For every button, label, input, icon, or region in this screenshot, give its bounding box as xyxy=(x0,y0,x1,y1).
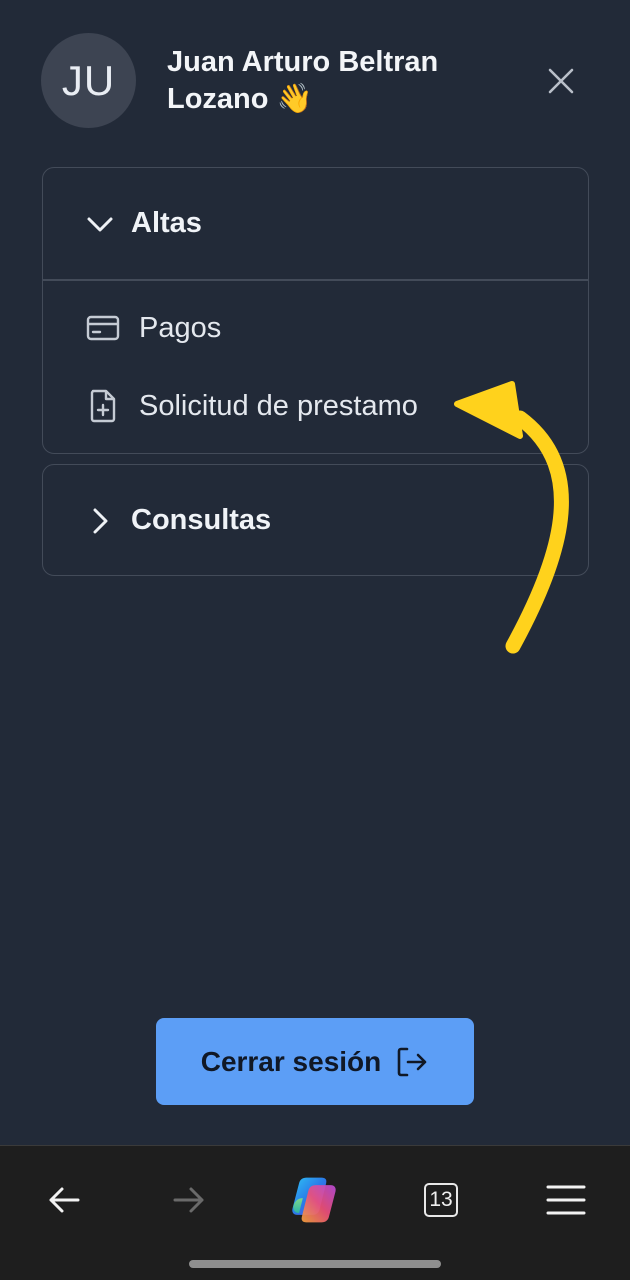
chevron-right-icon xyxy=(85,506,115,536)
logout-button[interactable]: Cerrar sesión xyxy=(156,1018,474,1105)
file-plus-icon xyxy=(85,388,121,424)
chevron-down-icon xyxy=(85,209,115,239)
credit-card-icon xyxy=(85,310,121,346)
menu-icon xyxy=(546,1185,586,1215)
menu-section-consultas: Consultas xyxy=(42,464,589,576)
section-header-consultas[interactable]: Consultas xyxy=(43,465,588,576)
menu-item-label: Solicitud de prestamo xyxy=(139,389,418,422)
browser-toolbar: 13 xyxy=(0,1145,630,1280)
avatar: JU xyxy=(41,33,136,128)
home-indicator xyxy=(189,1260,441,1268)
copilot-button[interactable] xyxy=(286,1172,342,1228)
close-button[interactable] xyxy=(540,60,582,102)
tabs-button[interactable]: 13 xyxy=(413,1172,469,1228)
menu-section-altas: Altas Pagos Solicitud de prestamo xyxy=(42,167,589,454)
forward-button[interactable] xyxy=(161,1172,217,1228)
logout-label: Cerrar sesión xyxy=(200,1045,382,1077)
section-divider xyxy=(43,279,588,281)
menu-button[interactable] xyxy=(538,1172,594,1228)
section-header-altas[interactable]: Altas xyxy=(43,168,588,279)
tabs-icon: 13 xyxy=(424,1183,458,1217)
section-title: Altas xyxy=(131,207,202,239)
menu-item-solicitud-de-prestamo[interactable]: Solicitud de prestamo xyxy=(85,381,418,431)
logout-icon xyxy=(397,1047,427,1076)
section-title: Consultas xyxy=(131,504,272,536)
menu-item-label: Pagos xyxy=(139,311,222,344)
user-name: Juan Arturo Beltran Lozano 👋 xyxy=(167,46,439,115)
back-icon xyxy=(49,1187,80,1213)
back-button[interactable] xyxy=(36,1172,92,1228)
copilot-icon xyxy=(292,1177,336,1223)
close-icon xyxy=(548,68,574,94)
forward-icon xyxy=(173,1187,204,1213)
menu-item-pagos[interactable]: Pagos xyxy=(85,303,221,353)
